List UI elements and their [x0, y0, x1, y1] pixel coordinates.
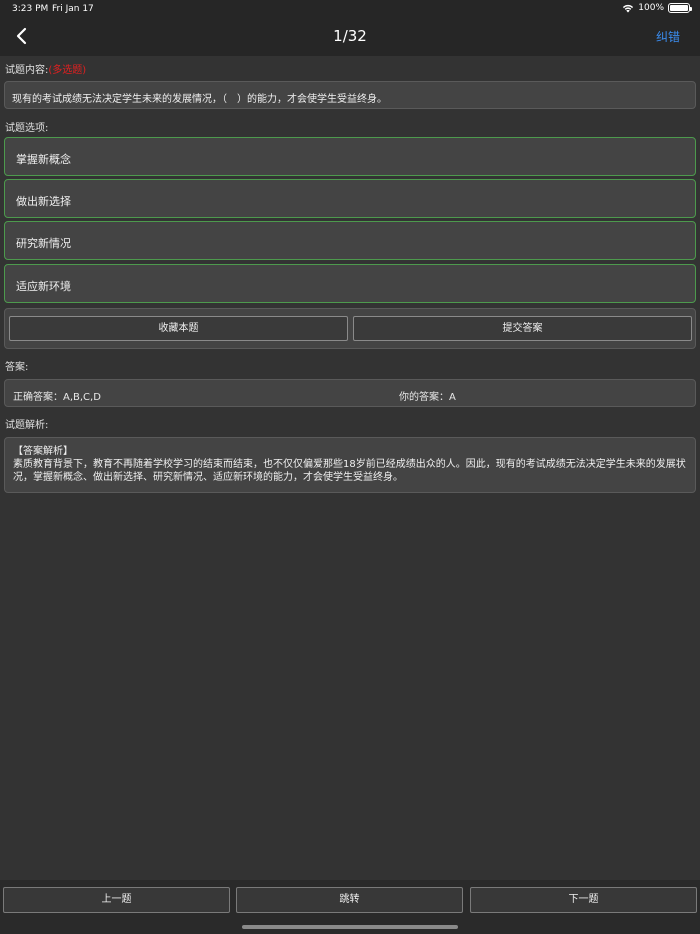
analysis-box: 【答案解析】 素质教育背景下，教育不再随着学校学习的结束而结束，也不仅仅偏爱那些…: [4, 437, 696, 493]
your-answer-value: A: [449, 392, 456, 403]
status-time: 3:23 PM: [12, 4, 49, 14]
option-a[interactable]: 掌握新概念: [4, 137, 696, 176]
correct-answer-value: A,B,C,D: [63, 392, 101, 403]
report-error-button[interactable]: 纠错: [656, 28, 680, 45]
correct-answer-label: 正确答案：: [13, 392, 63, 403]
question-label-row: 试题内容:(多选题): [5, 61, 86, 76]
option-label: 适应新环境: [16, 280, 71, 293]
question-box: 现有的考试成绩无法决定学生未来的发展情况，（ ）的能力，才会使学生受益终身。: [4, 81, 696, 109]
battery-percent: 100%: [638, 3, 664, 13]
option-label: 掌握新概念: [16, 153, 71, 166]
nav-bar: 1/32 纠错: [0, 18, 700, 56]
option-label: 做出新选择: [16, 195, 71, 208]
next-question-button[interactable]: 下一题: [470, 887, 697, 913]
status-bar: 3:23 PM Fri Jan 17 100%: [0, 0, 700, 18]
jump-button[interactable]: 跳转: [236, 887, 463, 913]
answer-label: 答案:: [5, 362, 29, 373]
correct-answer: 正确答案：A,B,C,D: [13, 388, 101, 403]
prev-question-button[interactable]: 上一题: [3, 887, 230, 913]
wifi-icon: [623, 4, 634, 13]
answer-box: 正确答案：A,B,C,D 你的答案：A: [4, 379, 696, 407]
home-indicator: [242, 925, 458, 929]
analysis-label: 试题解析:: [5, 420, 49, 431]
submit-answer-button[interactable]: 提交答案: [353, 316, 692, 341]
analysis-text: 素质教育背景下，教育不再随着学校学习的结束而结束，也不仅仅偏爱那些18岁前已经成…: [13, 459, 686, 483]
status-right: 100%: [622, 3, 692, 13]
analysis-heading: 【答案解析】: [13, 446, 73, 457]
favorite-button[interactable]: 收藏本题: [9, 316, 348, 341]
question-type: (多选题): [48, 65, 87, 76]
question-label: 试题内容:: [5, 65, 49, 76]
status-date: Fri Jan 17: [52, 4, 94, 14]
your-answer-label: 你的答案：: [399, 392, 449, 403]
action-bar: 收藏本题 提交答案: [4, 308, 696, 349]
page-title: 1/32: [333, 27, 367, 45]
question-text: 现有的考试成绩无法决定学生未来的发展情况，（ ）的能力，才会使学生受益终身。: [12, 94, 387, 105]
option-b[interactable]: 做出新选择: [4, 179, 696, 218]
options-label: 试题选项:: [5, 123, 49, 134]
option-label: 研究新情况: [16, 237, 71, 250]
option-d[interactable]: 适应新环境: [4, 264, 696, 303]
battery-icon: [668, 3, 692, 13]
option-c[interactable]: 研究新情况: [4, 221, 696, 260]
your-answer: 你的答案：A: [399, 388, 456, 403]
